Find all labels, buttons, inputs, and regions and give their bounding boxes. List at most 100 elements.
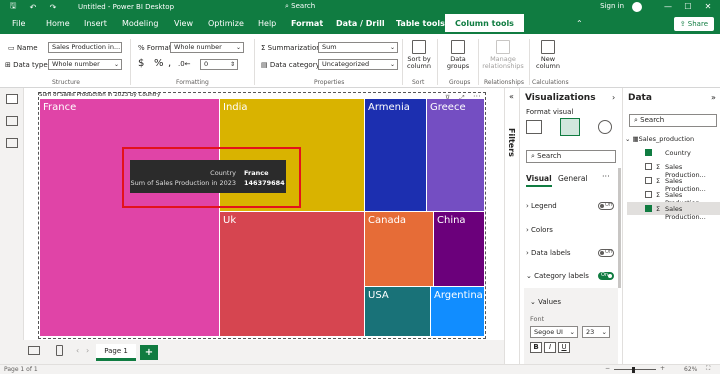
tab-visual[interactable]: Visual: [526, 174, 552, 187]
save-icon[interactable]: 🖫: [6, 0, 20, 14]
zoom-slider[interactable]: [614, 369, 656, 370]
decimals-input[interactable]: 0 ⇕: [200, 59, 238, 70]
datatype-select[interactable]: Whole number ⌄: [48, 59, 122, 70]
divider: [437, 39, 438, 85]
checkbox[interactable]: [645, 191, 652, 198]
menu-format[interactable]: Format: [291, 19, 323, 28]
data-search-placeholder: Search: [640, 116, 665, 124]
tab-general[interactable]: General: [558, 174, 588, 183]
avatar[interactable]: [632, 2, 642, 12]
desktop-layout-icon[interactable]: [28, 346, 40, 355]
category-labels-toggle[interactable]: On: [598, 272, 614, 280]
treemap-tile-canada[interactable]: Canada: [365, 212, 434, 287]
zoom-out-icon[interactable]: −: [605, 365, 610, 372]
data-search-input[interactable]: ⌕ Search: [629, 114, 717, 127]
sign-in-link[interactable]: Sign in: [600, 2, 624, 10]
viz-search-input[interactable]: ⌕ Search: [526, 150, 616, 163]
treemap-tile-uk[interactable]: Uk: [220, 212, 365, 337]
decimal-decrease-icon[interactable]: .0←: [178, 60, 191, 68]
category-labels-section[interactable]: ⌄ Category labels: [526, 272, 589, 280]
table-node[interactable]: ⌄ ▦Sales_production: [625, 135, 694, 143]
field-country[interactable]: Country: [665, 149, 691, 157]
menu-optimize[interactable]: Optimize: [208, 19, 244, 28]
data-title: Data: [628, 93, 652, 103]
treemap-tile-armenia[interactable]: Armenia: [365, 99, 427, 212]
font-family-select[interactable]: Segoe UI ⌄: [530, 326, 578, 338]
top-search-box[interactable]: ⌕ Search: [285, 2, 315, 11]
percent-button[interactable]: %: [154, 58, 164, 69]
checkbox[interactable]: [645, 205, 652, 212]
collapse-data-icon[interactable]: »: [711, 93, 716, 102]
build-visual-icon[interactable]: [526, 120, 542, 134]
data-labels-section[interactable]: › Data labels: [526, 249, 571, 257]
divider: [402, 39, 403, 85]
legend-toggle[interactable]: Off: [598, 202, 614, 210]
menu-file[interactable]: File: [12, 19, 25, 28]
menu-table-tools[interactable]: Table tools: [390, 14, 451, 34]
comma-button[interactable]: ,: [168, 58, 171, 69]
maximize-button[interactable]: ☐: [678, 0, 698, 14]
treemap-tile-usa[interactable]: USA: [365, 287, 431, 337]
undo-icon[interactable]: ↶: [26, 0, 40, 14]
model-view-icon[interactable]: [6, 138, 18, 148]
menu-help[interactable]: Help: [258, 19, 276, 28]
analytics-icon[interactable]: [598, 120, 612, 134]
mobile-layout-icon[interactable]: [56, 345, 63, 356]
fit-to-page-icon[interactable]: ⛶: [706, 365, 710, 373]
treemap-tile-greece[interactable]: Greece: [427, 99, 485, 212]
zoom-slider-thumb[interactable]: [632, 367, 635, 373]
italic-button[interactable]: I: [544, 342, 556, 353]
minimize-button[interactable]: —: [658, 0, 678, 14]
summarization-select[interactable]: Sum ⌄: [318, 42, 398, 53]
manage-relationships-button[interactable]: Manage relationships: [481, 40, 525, 70]
page-tabs-bar: ‹ › Page 1 +: [0, 340, 504, 364]
more-icon[interactable]: ···: [602, 172, 610, 181]
treemap-tile-argentina[interactable]: Argentina: [431, 287, 485, 337]
visualizations-pane: Visualizations › Format visual ⌕ Search …: [520, 88, 623, 364]
checkbox[interactable]: [645, 177, 652, 184]
menu-insert[interactable]: Insert: [84, 19, 107, 28]
legend-section[interactable]: › Legend: [526, 202, 557, 210]
font-size-select[interactable]: 23 ⌄: [582, 326, 610, 338]
field-sales-4[interactable]: Sales Production...: [665, 205, 720, 221]
table-view-icon[interactable]: [6, 116, 18, 126]
treemap-tile-france[interactable]: France: [40, 99, 220, 337]
redo-icon[interactable]: ↷: [46, 0, 60, 14]
format-select[interactable]: Whole number ⌄: [170, 42, 244, 53]
bold-button[interactable]: B: [530, 342, 542, 353]
close-button[interactable]: ✕: [698, 0, 718, 14]
chevron-down-icon: ⌄: [235, 44, 241, 51]
values-subsection[interactable]: ⌄ Values: [530, 298, 561, 306]
checkbox[interactable]: [645, 163, 652, 170]
underline-button[interactable]: U: [558, 342, 570, 353]
colors-section[interactable]: › Colors: [526, 226, 553, 234]
menu-data-drill[interactable]: Data / Drill: [330, 14, 391, 34]
ribbon-collapse-icon[interactable]: ⌃: [576, 19, 583, 28]
menu-column-tools[interactable]: Column tools: [445, 14, 524, 34]
report-view-icon[interactable]: [6, 94, 18, 104]
add-page-button[interactable]: +: [140, 345, 158, 360]
tab-page-1[interactable]: Page 1: [96, 344, 136, 361]
share-button[interactable]: ⇪ Share: [673, 17, 714, 31]
filters-pane[interactable]: « Filters: [504, 88, 520, 364]
format-visual-icon[interactable]: [560, 118, 580, 136]
data-labels-toggle[interactable]: Off: [598, 249, 614, 257]
data-groups-button[interactable]: Data groups: [442, 40, 474, 70]
zoom-in-icon[interactable]: +: [660, 365, 665, 372]
treemap-tile-china[interactable]: China: [434, 212, 485, 287]
prev-page-icon[interactable]: ‹: [76, 346, 79, 355]
name-input[interactable]: Sales Production in...: [48, 42, 122, 53]
expand-filters-icon[interactable]: «: [509, 92, 514, 101]
menu-home[interactable]: Home: [46, 19, 70, 28]
checkbox[interactable]: [645, 149, 652, 156]
currency-button[interactable]: $: [138, 58, 144, 69]
menu-view[interactable]: View: [174, 19, 193, 28]
new-column-button[interactable]: New column: [534, 40, 562, 70]
next-page-icon[interactable]: ›: [86, 346, 89, 355]
menu-bar: File Home Insert Modeling View Optimize …: [0, 14, 720, 34]
datacategory-select[interactable]: Uncategorized ⌄: [318, 59, 398, 70]
sort-by-column-button[interactable]: Sort by column: [404, 40, 434, 70]
menu-modeling[interactable]: Modeling: [122, 19, 158, 28]
scrollbar[interactable]: [618, 168, 621, 288]
collapse-viz-icon[interactable]: ›: [612, 93, 615, 102]
